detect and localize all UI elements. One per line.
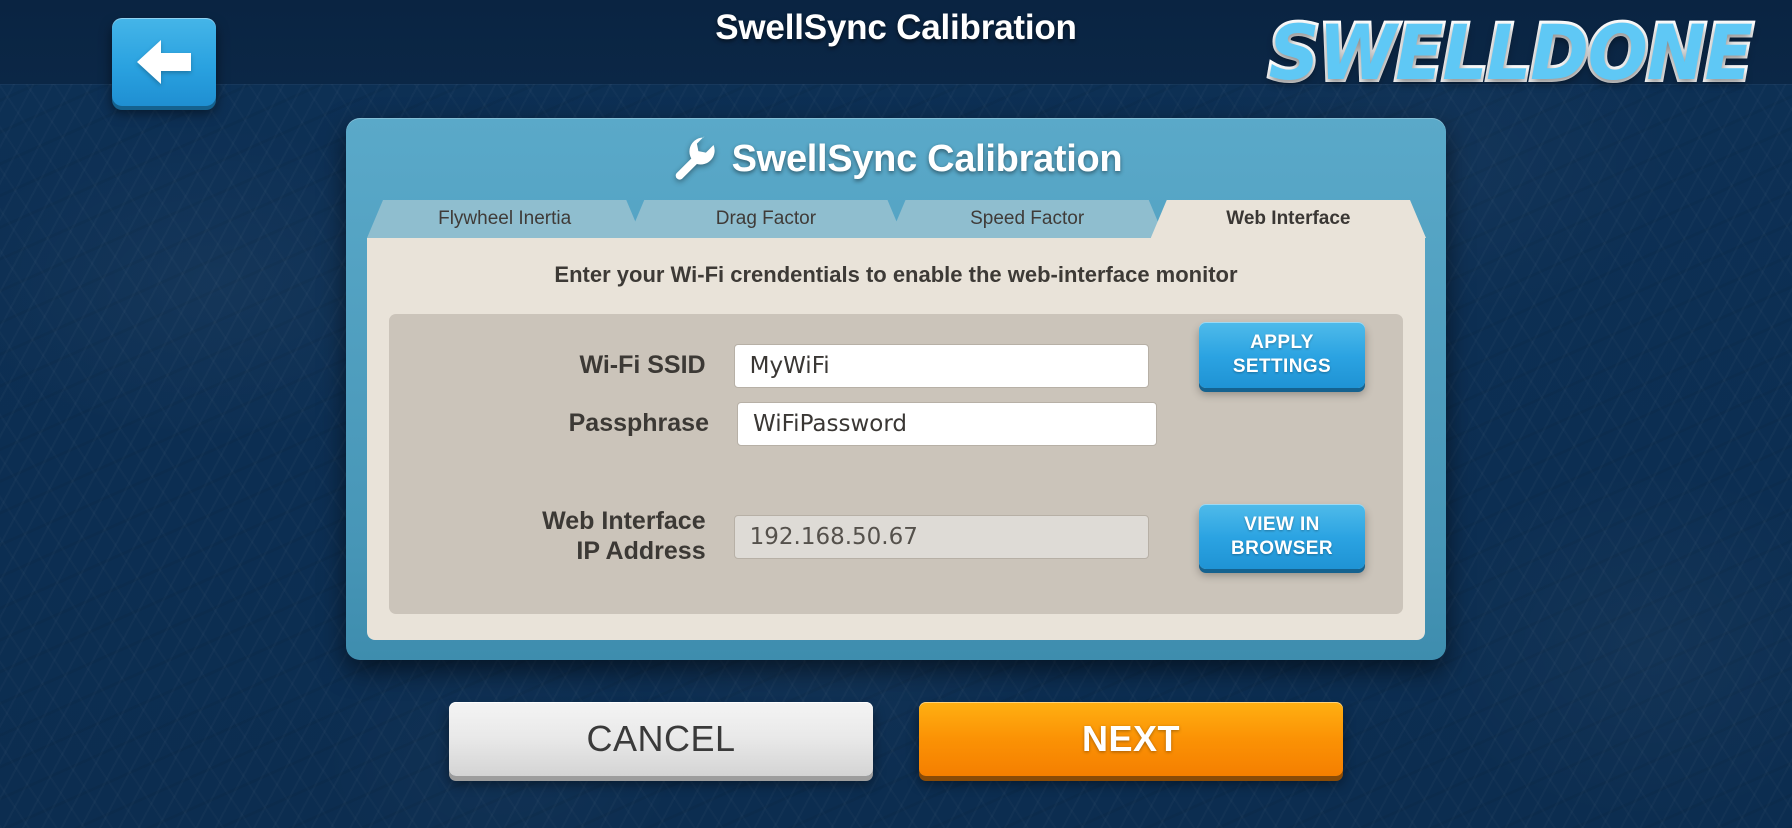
view-in-browser-label-line2: BROWSER: [1230, 537, 1333, 559]
passphrase-input[interactable]: [737, 402, 1157, 446]
view-in-browser-label-line1: VIEW IN: [1244, 514, 1320, 535]
wifi-form: Wi-Fi SSID APPLY SETTINGS Passphrase Web…: [389, 314, 1403, 614]
apply-settings-label-line2: SETTINGS: [1232, 356, 1332, 377]
ip-address-label-line1: Web Interface: [542, 507, 706, 536]
tab-drag-factor[interactable]: Drag Factor: [628, 200, 903, 238]
cancel-button[interactable]: CANCEL: [449, 702, 873, 776]
tab-flywheel-inertia[interactable]: Flywheel Inertia: [367, 200, 642, 238]
ssid-label: Wi-Fi SSID: [579, 351, 706, 380]
panel-header: SwellSync Calibration: [346, 118, 1446, 200]
tab-web-interface[interactable]: Web Interface: [1151, 200, 1426, 238]
panel-title: SwellSync Calibration: [731, 137, 1123, 180]
ip-address-label: Web Interface IP Address: [427, 507, 734, 566]
apply-settings-label-line1: APPLY: [1250, 332, 1314, 354]
ssid-row: Wi-Fi SSID APPLY SETTINGS: [427, 322, 1366, 388]
ip-address-label-line2: IP Address: [576, 536, 706, 565]
tab-speed-factor[interactable]: Speed Factor: [890, 200, 1165, 238]
passphrase-row: Passphrase: [427, 402, 1365, 446]
wrench-icon: [670, 134, 716, 185]
ip-address-row: Web Interface IP Address VIEW IN BROWSER: [427, 504, 1366, 570]
calibration-panel: SwellSync Calibration Flywheel Inertia D…: [346, 118, 1446, 660]
tab-content-web-interface: Enter your Wi-Fi crendentials to enable …: [367, 238, 1425, 640]
view-in-browser-button[interactable]: VIEW IN BROWSER: [1198, 504, 1366, 570]
passphrase-label: Passphrase: [568, 409, 709, 438]
ip-address-value: [733, 514, 1149, 559]
brand-logo: SWELLDONE: [1266, 5, 1756, 100]
app-root: SwellSync Calibration SWELLDONE SwellSyn…: [0, 0, 1792, 828]
instruction-text: Enter your Wi-Fi crendentials to enable …: [554, 262, 1238, 287]
next-button[interactable]: NEXT: [919, 702, 1343, 776]
tab-bar: Flywheel Inertia Drag Factor Speed Facto…: [367, 200, 1426, 238]
action-bar: CANCEL NEXT: [0, 702, 1792, 776]
ssid-input[interactable]: [733, 344, 1149, 388]
apply-settings-button[interactable]: APPLY SETTINGS: [1198, 322, 1366, 388]
